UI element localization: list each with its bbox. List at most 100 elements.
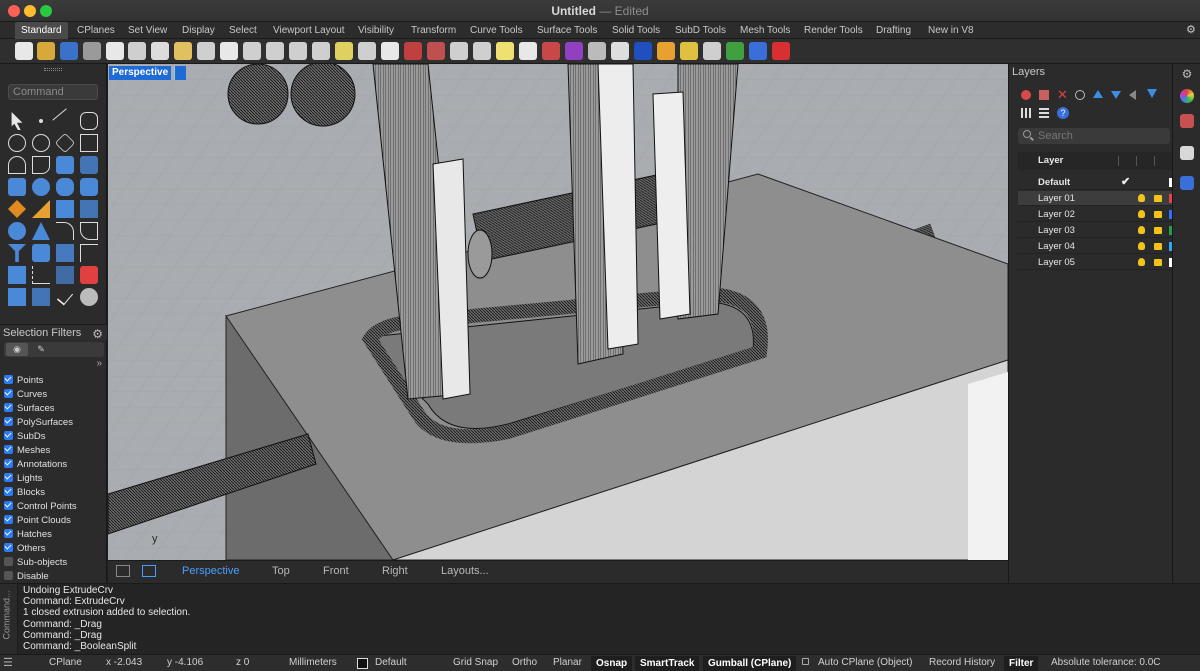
- tab-drafting[interactable]: Drafting: [870, 22, 917, 39]
- command-input[interactable]: Command: [8, 84, 98, 100]
- filter-control-points[interactable]: Control Points: [4, 500, 77, 513]
- filters-gear-icon[interactable]: ⚙: [92, 326, 103, 342]
- checkbox-icon[interactable]: [4, 487, 13, 496]
- extend-icon[interactable]: [80, 156, 98, 174]
- materials-panel-icon[interactable]: [1180, 114, 1194, 128]
- tab-curve-tools[interactable]: Curve Tools: [464, 22, 529, 39]
- layer-globe-icon[interactable]: [726, 42, 744, 60]
- light-bulb-icon[interactable]: [1138, 194, 1145, 202]
- smarttrack-toggle[interactable]: SmartTrack: [635, 656, 700, 671]
- save-icon[interactable]: [60, 42, 78, 60]
- boolean-difference-icon[interactable]: [32, 200, 50, 218]
- viewport-title[interactable]: Perspective: [109, 66, 172, 80]
- dimension-icon[interactable]: [32, 244, 50, 262]
- filter-target-icon[interactable]: ◉: [6, 343, 28, 356]
- render-view-icon[interactable]: [80, 288, 98, 306]
- tab-display[interactable]: Display: [176, 22, 221, 39]
- display-color-icon[interactable]: [1180, 89, 1194, 103]
- filter-point-clouds[interactable]: Point Clouds: [4, 514, 71, 527]
- rotate-view-icon[interactable]: [243, 42, 261, 60]
- layer-row-02[interactable]: Layer 02: [1018, 207, 1173, 222]
- gumball-toggle[interactable]: Gumball (CPlane): [703, 656, 797, 671]
- select-arrow-icon[interactable]: [11, 112, 23, 130]
- list-view-icon[interactable]: [1039, 108, 1049, 118]
- rectangle-icon[interactable]: [80, 134, 98, 152]
- move-up-icon[interactable]: [1093, 90, 1103, 98]
- light-bulb-icon[interactable]: [1138, 242, 1145, 250]
- lock-icon[interactable]: [519, 42, 537, 60]
- join-icon[interactable]: [450, 42, 468, 60]
- blend-icon[interactable]: [8, 288, 26, 306]
- explode-icon[interactable]: [473, 42, 491, 60]
- units-button[interactable]: Millimeters: [289, 657, 337, 668]
- light-bulb-icon[interactable]: [1138, 258, 1145, 266]
- filter-annotations[interactable]: Annotations: [4, 458, 67, 471]
- grid-layout-icon[interactable]: [116, 565, 130, 577]
- duplicate-layer-icon[interactable]: [1075, 90, 1085, 100]
- checkbox-icon[interactable]: [4, 417, 13, 426]
- layer-row-default[interactable]: Default ✔: [1018, 175, 1173, 190]
- filter-brush-icon[interactable]: ✎: [30, 343, 52, 356]
- cylinder-solid-icon[interactable]: [56, 178, 74, 196]
- ellipse-icon[interactable]: [32, 134, 50, 152]
- undo-icon[interactable]: [197, 42, 215, 60]
- new-layer-icon[interactable]: [1021, 90, 1031, 100]
- layers-help-icon[interactable]: ?: [1057, 107, 1069, 119]
- lock-icon[interactable]: [1154, 195, 1162, 202]
- layer-row-01[interactable]: Layer 01: [1018, 191, 1173, 206]
- tab-select[interactable]: Select: [223, 22, 263, 39]
- filter-points[interactable]: Points: [4, 374, 43, 387]
- filter-sub-objects[interactable]: Sub-objects: [4, 556, 67, 569]
- grid-view-icon[interactable]: [1021, 108, 1031, 118]
- render-preview-icon[interactable]: [611, 42, 629, 60]
- help-panel-icon[interactable]: [1180, 176, 1194, 190]
- object-properties-icon[interactable]: [427, 42, 445, 60]
- filter-meshes[interactable]: Meshes: [4, 444, 50, 457]
- tab-visibility[interactable]: Visibility: [352, 22, 400, 39]
- extrude-icon[interactable]: [80, 178, 98, 196]
- mesh-sphere-icon[interactable]: [8, 222, 26, 240]
- layer-row-04[interactable]: Layer 04: [1018, 239, 1173, 254]
- tab-transform[interactable]: Transform: [405, 22, 462, 39]
- tab-render-tools[interactable]: Render Tools: [798, 22, 869, 39]
- layer-row-03[interactable]: Layer 03: [1018, 223, 1173, 238]
- car-render-icon[interactable]: [404, 42, 422, 60]
- lock-icon[interactable]: [1154, 243, 1162, 250]
- render-icon[interactable]: [657, 42, 675, 60]
- curve-icon[interactable]: [80, 112, 98, 130]
- print-icon[interactable]: [83, 42, 101, 60]
- status-menu-icon[interactable]: ☰: [3, 656, 13, 669]
- copy-clipboard-icon[interactable]: [151, 42, 169, 60]
- trim-icon[interactable]: [80, 200, 98, 218]
- tab-perspective[interactable]: Perspective: [182, 565, 239, 577]
- tabs-gear-icon[interactable]: ⚙: [1180, 22, 1200, 39]
- filter-disable[interactable]: Disable: [4, 570, 49, 583]
- cut-icon[interactable]: [128, 42, 146, 60]
- ortho-toggle[interactable]: Ortho: [512, 657, 537, 668]
- filter-toggle[interactable]: Filter: [1004, 656, 1039, 671]
- lights-icon[interactable]: [496, 42, 514, 60]
- perspective-viewport[interactable]: y Perspective: [108, 64, 1008, 560]
- polygon-icon[interactable]: [54, 132, 76, 154]
- tab-standard[interactable]: Standard: [15, 22, 68, 39]
- drag-handle-icon[interactable]: [44, 68, 62, 71]
- checkbox-icon[interactable]: [4, 529, 13, 538]
- leader-icon[interactable]: [80, 244, 98, 262]
- filter-funnel-icon[interactable]: [1147, 89, 1157, 98]
- feedback-icon[interactable]: [772, 42, 790, 60]
- filter-others[interactable]: Others: [4, 542, 46, 555]
- checkbox-icon[interactable]: [4, 445, 13, 454]
- box-solid-icon[interactable]: [8, 178, 26, 196]
- tab-viewport-layout[interactable]: Viewport Layout: [267, 22, 351, 39]
- checkbox-icon[interactable]: [4, 515, 13, 524]
- layer-row-05[interactable]: Layer 05: [1018, 255, 1173, 270]
- scale-icon[interactable]: [80, 222, 98, 240]
- zoom-icon[interactable]: [266, 42, 284, 60]
- paste-icon[interactable]: [174, 42, 192, 60]
- fillet-icon[interactable]: [32, 156, 50, 174]
- move-icon[interactable]: [32, 222, 50, 240]
- delete-layer-icon[interactable]: ✕: [1057, 87, 1068, 103]
- tab-subd-tools[interactable]: SubD Tools: [669, 22, 732, 39]
- tab-front[interactable]: Front: [323, 565, 349, 577]
- lock-icon[interactable]: [1154, 227, 1162, 234]
